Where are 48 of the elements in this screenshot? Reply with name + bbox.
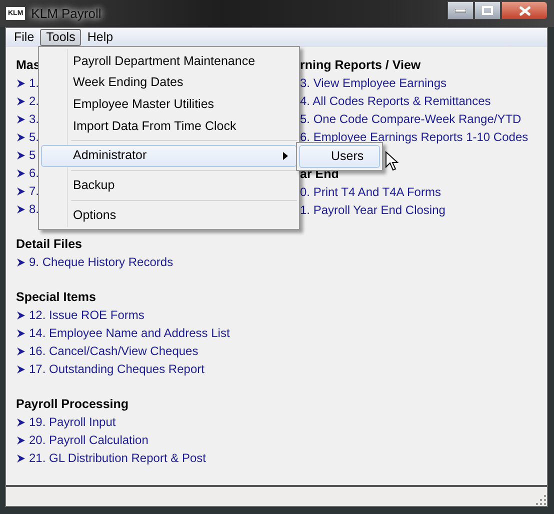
menu-item[interactable]: Administrator [41,144,297,167]
menu-item[interactable]: Backup [41,174,297,196]
menu-link[interactable]: 21. GL Distribution Report & Post [16,449,206,467]
menu-link[interactable]: 1. [16,74,40,92]
menu-link[interactable]: 6. Employee Earnings Reports 1-10 Codes [300,128,528,146]
menu-link[interactable]: 6. [16,164,40,182]
menu-item[interactable]: Import Data From Time Clock [41,115,297,137]
menu-link[interactable]: 16. Cancel/Cash/View Cheques [16,342,198,360]
maximize-icon [482,6,493,15]
menu-link[interactable]: 12. Issue ROE Forms [16,306,144,324]
minimize-button[interactable] [447,1,474,20]
submenu-arrow-icon [283,152,288,160]
menu-link[interactable]: 5. [16,128,40,146]
menu-link[interactable]: 19. Payroll Input [16,413,116,431]
menu-link[interactable]: 9. Cheque History Records [16,253,174,271]
menu-link[interactable]: 20. Payroll Calculation [16,431,148,449]
menu-link[interactable]: 3. [16,110,40,128]
menu-link[interactable]: 4. All Codes Reports & Remittances [300,92,491,110]
menu-item[interactable]: Tools [40,29,82,46]
menu-item[interactable]: File [8,29,40,46]
menu-item[interactable]: Payroll Department Maintenance [41,50,297,72]
menu-item[interactable]: Users [299,145,380,168]
menu-link[interactable]: 1. Payroll Year End Closing [300,201,446,219]
menu-item[interactable]: Employee Master Utilities [41,94,297,116]
menu-link[interactable]: 14. Employee Name and Address List [16,324,230,342]
section-heading: rning Reports / View [300,57,421,74]
close-icon [518,6,530,16]
resize-grip-icon[interactable] [536,495,546,505]
maximize-button[interactable] [474,1,501,20]
minimize-icon [455,8,466,12]
window-title: KLM Payroll [31,4,102,24]
mouse-pointer-icon [385,151,399,172]
menu-item[interactable]: Week Ending Dates [41,72,297,94]
menu-link[interactable]: 17. Outstanding Cheques Report [16,360,204,378]
section-heading: Detail Files [16,236,82,253]
section-heading: Special Items [16,289,96,306]
menu-link[interactable]: 5. One Code Compare-Week Range/YTD [300,110,522,128]
arrow-icon [16,258,26,266]
menu-item[interactable]: Help [81,29,120,46]
menu-item[interactable]: Options [41,204,297,226]
menu-link[interactable]: 7. [16,182,40,200]
menu-link[interactable]: 2. [16,92,40,110]
section-heading: Payroll Processing [16,396,129,413]
close-button[interactable] [501,1,548,20]
menu-link[interactable]: 5 [16,146,36,164]
menu-link[interactable]: 0. Print T4 And T4A Forms [300,183,441,201]
menu-link[interactable]: 3. View Employee Earnings [300,74,447,92]
menu-link[interactable]: 8. [16,200,40,218]
